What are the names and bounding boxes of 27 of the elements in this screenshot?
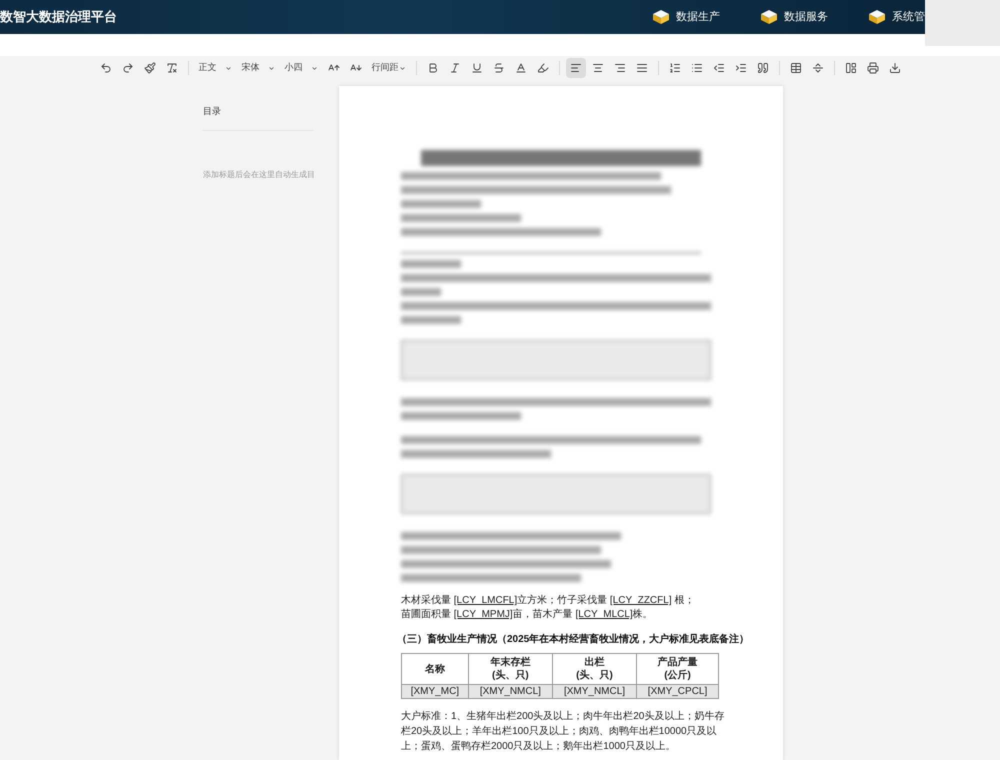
column-header: 名称 [402, 654, 468, 684]
nav-link[interactable]: 系统管 [892, 8, 925, 26]
nav-link[interactable]: 数据服务 [784, 8, 828, 26]
dropdown-button[interactable]: 正文 [194, 58, 236, 78]
paragraph: 苗圃面积量 [LCY_MPMJ]亩，苗木产量 [LCY_MLCL]株。 [401, 608, 654, 622]
line-spacing-dropdown[interactable]: 行间距 [368, 58, 410, 78]
nav-link[interactable]: 数据生产 [676, 8, 720, 26]
cube-icon [760, 9, 778, 25]
table-cell: [XMY_MC] [402, 684, 468, 698]
toc-title: 目录 [203, 106, 221, 116]
dropdown-button[interactable]: 宋体 [238, 58, 278, 78]
section-heading: （三）畜牧业生产情况（2025年在本村经营畜牧业情况，大户标准见表底备注） [397, 632, 750, 647]
table-cell: [XMY_CPCL] [636, 684, 718, 698]
platform-title: 数智大数据治理平台 [0, 8, 117, 26]
table-cell: [XMY_NMCL] [468, 684, 552, 698]
note-paragraph: 大户标准：1、生猪年出栏200头及以上；肉牛年出栏20头及以上；奶牛存栏20头及以上；羊年出栏100只及以上；肉鸡、肉鸭年出栏10000只及以上；蛋鸡、蛋鸭存栏2000只及以上；鹅年出栏1000只及以上。 [401, 710, 725, 754]
caret-icon [224, 64, 232, 72]
toc-hint: 添加标题后会在这里自动生成目 [203, 170, 315, 179]
caret-icon [398, 64, 406, 72]
caret-icon [268, 64, 274, 72]
dropdown-button[interactable]: 小四 [280, 58, 322, 78]
paragraph: 木材采伐量 [LCY_LMCFL]立方米；竹子采伐量 [LCY_ZZCFL] 根； [401, 594, 696, 608]
cube-icon [868, 9, 886, 25]
caret-icon [310, 64, 318, 72]
cube-icon [652, 9, 670, 25]
align-left-icon[interactable] [566, 58, 586, 78]
table-cell: [XMY_NMCL] [552, 684, 637, 698]
